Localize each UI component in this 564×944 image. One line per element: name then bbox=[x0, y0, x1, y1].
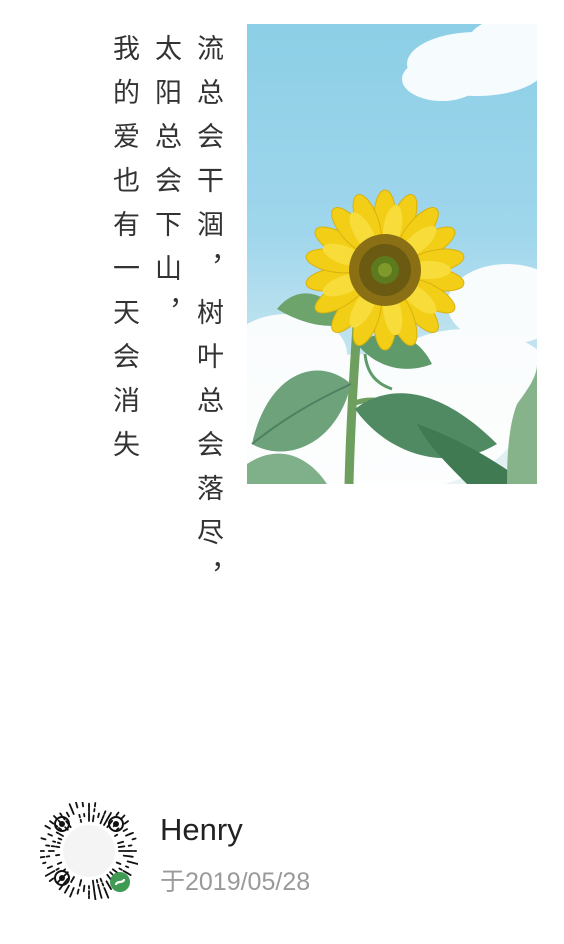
poem-column-3: 我的爱也有一天会消失 bbox=[108, 34, 139, 474]
poem: 流总会干涸，树叶总会落尽， 太阳总会下山， 我的爱也有一天会消失 bbox=[106, 34, 224, 606]
sunflower-illustration bbox=[247, 24, 537, 484]
poem-column-2: 太阳总会下山， bbox=[150, 34, 181, 342]
poem-column-1: 流总会干涸，树叶总会落尽， bbox=[192, 34, 223, 606]
author-name: Henry bbox=[160, 812, 243, 847]
sunflower-photo bbox=[247, 24, 537, 484]
mini-program-code-icon[interactable] bbox=[37, 800, 139, 902]
footer: Henry 于2019/05/28 bbox=[37, 800, 520, 902]
publish-date: 于2019/05/28 bbox=[160, 868, 311, 896]
